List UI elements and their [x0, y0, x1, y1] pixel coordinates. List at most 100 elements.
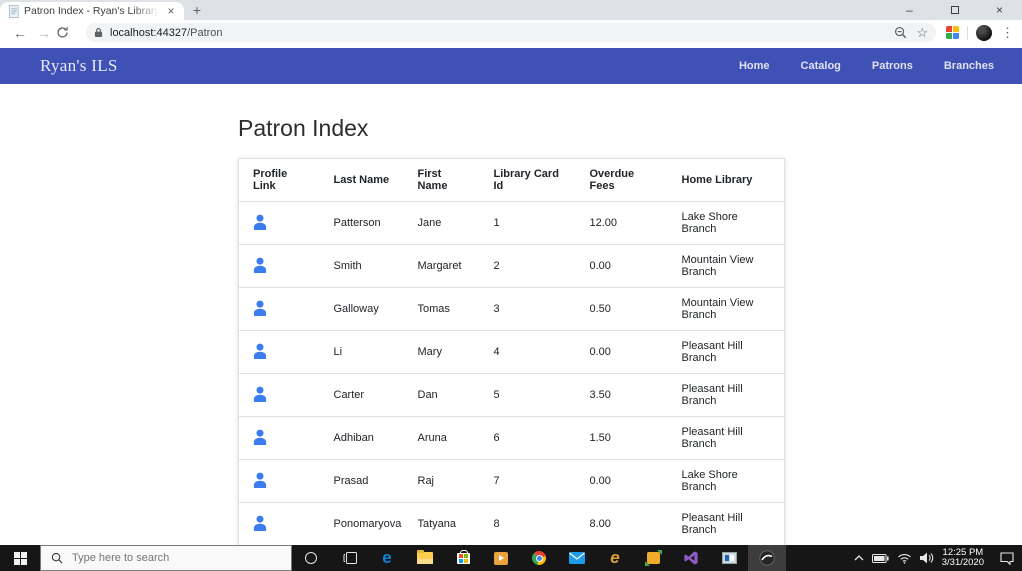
cell-overdue-fees: 3.50: [575, 373, 668, 417]
profile-avatar[interactable]: [976, 24, 992, 41]
start-button[interactable]: [0, 545, 40, 571]
profile-link-user-icon[interactable]: [253, 429, 267, 445]
browser-toolbar: ← → localhost:44327/Patron ☆ ⋮: [0, 20, 1022, 45]
task-view-icon[interactable]: [330, 545, 368, 571]
profile-link-cell: [238, 244, 320, 288]
cell-home-library: Lake Shore Branch: [667, 459, 785, 503]
profile-link-cell: [238, 502, 320, 546]
cell-first-name: Raj: [403, 459, 480, 503]
edge-icon[interactable]: e: [368, 545, 406, 571]
patron-table: Profile Link Last Name First Name Librar…: [238, 158, 785, 546]
page-title: Patron Index: [238, 115, 369, 141]
windows-taskbar: e e: [0, 545, 1022, 571]
search-input[interactable]: [72, 552, 272, 564]
cell-library-card-id: 4: [479, 330, 576, 374]
minimize-button[interactable]: –: [887, 0, 932, 20]
cell-last-name: Carter: [319, 373, 404, 417]
search-icon: [51, 552, 63, 564]
profile-link-cell: [238, 287, 320, 331]
cell-first-name: Jane: [403, 201, 480, 245]
cell-overdue-fees: 0.00: [575, 459, 668, 503]
close-button[interactable]: ×: [977, 0, 1022, 20]
cell-library-card-id: 8: [479, 502, 576, 546]
profile-link-cell: [238, 330, 320, 374]
tray-clock[interactable]: 12:25 PM 3/31/2020: [942, 547, 984, 569]
visual-studio-icon[interactable]: [672, 545, 710, 571]
windows-logo-icon: [13, 551, 27, 565]
mail-icon[interactable]: [558, 545, 596, 571]
cell-library-card-id: 1: [479, 201, 576, 245]
cell-first-name: Tomas: [403, 287, 480, 331]
cell-last-name: Prasad: [319, 459, 404, 503]
back-button[interactable]: ←: [8, 25, 32, 41]
profile-link-user-icon[interactable]: [253, 472, 267, 488]
cell-overdue-fees: 0.00: [575, 330, 668, 374]
bookmark-star-icon[interactable]: ☆: [916, 25, 928, 41]
browser-tab[interactable]: Patron Index - Ryan's Library Ma ×: [0, 2, 184, 20]
cell-overdue-fees: 1.50: [575, 416, 668, 460]
profile-link-user-icon[interactable]: [253, 343, 267, 359]
microsoft-store-icon[interactable]: [444, 545, 482, 571]
nav-link-home[interactable]: Home: [739, 60, 770, 72]
cell-last-name: Ponomaryova: [319, 502, 404, 546]
refresh-button[interactable]: [56, 26, 80, 39]
nav-link-patrons[interactable]: Patrons: [872, 60, 913, 72]
brand-link[interactable]: Ryan's ILS: [40, 56, 118, 76]
col-header-overdue-fees: Overdue Fees: [589, 168, 635, 192]
forward-button[interactable]: →: [32, 25, 56, 41]
profile-link-user-icon[interactable]: [253, 386, 267, 402]
cell-library-card-id: 5: [479, 373, 576, 417]
action-center-icon[interactable]: [1000, 551, 1014, 565]
nav-link-catalog[interactable]: Catalog: [801, 60, 841, 72]
zoom-indicator-icon[interactable]: [894, 26, 907, 39]
chrome-icon[interactable]: [520, 545, 558, 571]
file-explorer-icon[interactable]: [406, 545, 444, 571]
table-row: Adhiban Aruna 6 1.50 Pleasant Hill Branch: [238, 416, 785, 460]
lock-icon: [94, 27, 103, 38]
profile-link-cell: [238, 373, 320, 417]
cell-overdue-fees: 8.00: [575, 502, 668, 546]
patron-table-body: Patterson Jane 1 12.00 Lake Shore Branch Smit…: [238, 201, 785, 546]
app-window-icon[interactable]: [710, 545, 748, 571]
profile-link-user-icon[interactable]: [253, 300, 267, 316]
tab-strip: Patron Index - Ryan's Library Ma × + – ×: [0, 0, 1022, 20]
profile-link-cell: [238, 459, 320, 503]
col-header-profile-link: Profile Link: [253, 168, 288, 192]
nav-links: Home Catalog Patrons Branches: [739, 60, 994, 72]
cell-home-library: Mountain View Branch: [667, 244, 785, 288]
profile-link-user-icon[interactable]: [253, 214, 267, 230]
nav-link-branches[interactable]: Branches: [944, 60, 994, 72]
restore-button[interactable]: [932, 0, 977, 20]
profile-link-user-icon[interactable]: [253, 515, 267, 531]
wifi-icon[interactable]: [897, 553, 912, 564]
tab-close-icon[interactable]: ×: [164, 4, 178, 18]
url-text: localhost:44327/Patron: [110, 26, 223, 39]
extension-icon[interactable]: [946, 26, 959, 39]
movies-tv-icon[interactable]: [482, 545, 520, 571]
battery-icon[interactable]: [871, 553, 889, 563]
volume-icon[interactable]: [919, 552, 934, 564]
active-app-icon[interactable]: [748, 545, 786, 571]
cell-home-library: Mountain View Branch: [667, 287, 785, 331]
profile-link-cell: [238, 201, 320, 245]
cell-library-card-id: 3: [479, 287, 576, 331]
new-tab-button[interactable]: +: [184, 2, 210, 20]
address-bar[interactable]: localhost:44327/Patron ☆: [86, 23, 936, 42]
profile-link-user-icon[interactable]: [253, 257, 267, 273]
tab-title: Patron Index - Ryan's Library Ma: [24, 5, 160, 17]
col-header-home-library: Home Library: [681, 174, 753, 186]
page-content: Patron Index Profile Link Last Name Firs…: [0, 84, 1022, 546]
toolbar-divider: [967, 25, 968, 40]
browser-menu-icon[interactable]: ⋮: [1001, 25, 1014, 41]
cortana-icon[interactable]: [292, 545, 330, 571]
taskbar-search[interactable]: [40, 545, 292, 571]
ie-browser-icon[interactable]: e: [596, 545, 634, 571]
cell-overdue-fees: 0.50: [575, 287, 668, 331]
cell-first-name: Aruna: [403, 416, 480, 460]
sql-tool-icon[interactable]: [634, 545, 672, 571]
table-row: Galloway Tomas 3 0.50 Mountain View Branch: [238, 287, 785, 331]
tray-chevron-icon[interactable]: [854, 555, 864, 561]
system-tray: 12:25 PM 3/31/2020: [854, 545, 1022, 571]
cell-home-library: Pleasant Hill Branch: [667, 373, 785, 417]
cell-library-card-id: 6: [479, 416, 576, 460]
